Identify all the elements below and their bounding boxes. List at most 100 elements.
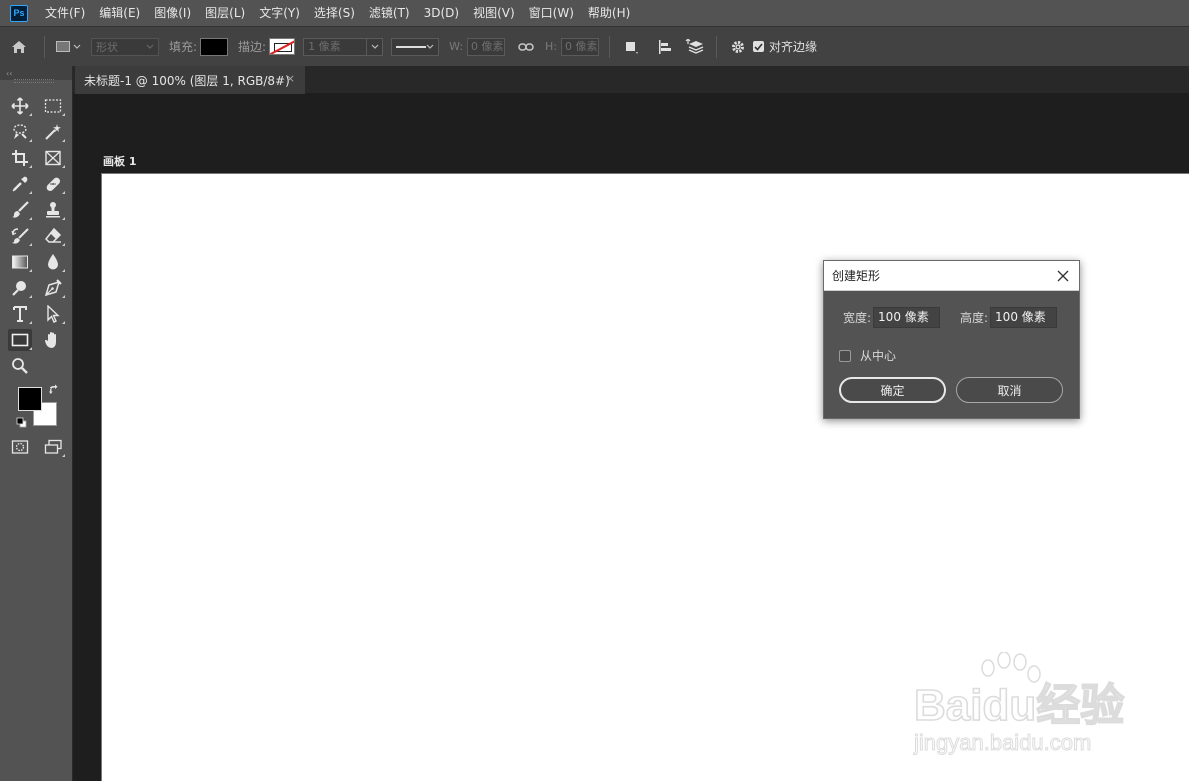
collapse-panel-icon[interactable]: ‹‹: [6, 69, 12, 78]
width-field[interactable]: 0 像素: [467, 37, 506, 56]
document-tab[interactable]: 未标题-1 @ 100% (图层 1, RGB/8#) ×: [75, 66, 305, 94]
pen-tool[interactable]: [41, 277, 65, 299]
menu-edit[interactable]: 编辑(E): [92, 0, 147, 26]
pen-icon: [44, 279, 62, 297]
lasso-tool[interactable]: [8, 121, 32, 143]
dodge-tool[interactable]: [8, 277, 32, 299]
chevron-down-icon: [73, 44, 80, 49]
menu-file[interactable]: 文件(F): [38, 0, 92, 26]
rectangle-shape-icon: [11, 333, 29, 347]
marquee-tool[interactable]: [41, 95, 65, 117]
menu-view[interactable]: 视图(V): [466, 0, 522, 26]
tools-panel: ‹‹: [0, 66, 73, 781]
rectangular-marquee-icon: [44, 99, 62, 113]
path-alignment-button[interactable]: [654, 36, 676, 58]
divider: [44, 35, 45, 58]
stroke-label: 描边:: [238, 40, 267, 54]
menu-help[interactable]: 帮助(H): [581, 0, 637, 26]
close-icon[interactable]: [1056, 269, 1070, 283]
dialog-title-bar[interactable]: 创建矩形: [824, 261, 1079, 291]
healing-brush-tool[interactable]: [41, 173, 65, 195]
brush-tool[interactable]: [8, 199, 32, 221]
clone-stamp-tool[interactable]: [41, 199, 65, 221]
stroke-type-select[interactable]: [391, 37, 440, 56]
quick-mask-button[interactable]: [8, 436, 32, 458]
cancel-button[interactable]: 取消: [956, 377, 1063, 403]
fill-swatch[interactable]: [200, 37, 229, 56]
eyedropper-tool[interactable]: [8, 173, 32, 195]
menu-select[interactable]: 选择(S): [307, 0, 362, 26]
arrange-layers-icon: [685, 38, 704, 54]
move-icon: [11, 97, 29, 115]
menu-3d[interactable]: 3D(D): [417, 0, 466, 26]
align-edges-checkbox[interactable]: [753, 41, 765, 52]
menu-window[interactable]: 窗口(W): [522, 0, 581, 26]
tool-preset-picker[interactable]: [51, 37, 85, 57]
from-center-label[interactable]: 从中心: [860, 347, 896, 364]
home-button[interactable]: [0, 27, 38, 67]
height-row: 高度: 100 像素: [960, 307, 1058, 328]
align-edges-label: 对齐边缘: [769, 40, 818, 54]
chevron-down-icon: [371, 44, 379, 49]
settings-button[interactable]: [727, 36, 749, 58]
dialog-title: 创建矩形: [832, 269, 881, 283]
hand-tool[interactable]: [41, 329, 65, 351]
tool-mode-select[interactable]: 形状: [91, 37, 159, 56]
crop-icon: [12, 150, 28, 166]
stroke-width-dropdown[interactable]: [367, 37, 384, 56]
path-arrangement-button[interactable]: [684, 36, 706, 58]
gradient-icon: [12, 255, 28, 269]
default-colors-button[interactable]: [14, 415, 28, 429]
height-input[interactable]: 100 像素: [990, 307, 1058, 328]
water-drop-icon: [48, 254, 58, 270]
create-rectangle-dialog: 创建矩形 宽度: 100 像素 高度: 100 像素 从中心 确定 取消: [823, 260, 1080, 419]
foreground-color-swatch[interactable]: [18, 387, 42, 411]
gradient-tool[interactable]: [8, 251, 32, 273]
stroke-swatch[interactable]: [269, 38, 296, 55]
menu-image[interactable]: 图像(I): [147, 0, 198, 26]
link-dimensions-button[interactable]: [515, 36, 537, 58]
width-label: 宽度:: [843, 311, 872, 325]
blur-tool[interactable]: [41, 251, 65, 273]
menu-filter[interactable]: 滤镜(T): [362, 0, 417, 26]
eraser-icon: [44, 227, 62, 243]
screen-mode-icon: [44, 439, 62, 454]
height-label: 高度:: [960, 311, 989, 325]
width-label: W:: [449, 40, 464, 53]
options-bar: 形状 填充: 描边: 1 像素 W: 0 像素 H: 0 像素 对齐边缘: [0, 26, 1189, 66]
path-selection-tool[interactable]: [41, 303, 65, 325]
chevron-down-icon: [146, 44, 154, 49]
stroke-width-field[interactable]: 1 像素: [303, 37, 368, 56]
brush-icon: [12, 201, 29, 218]
eraser-tool[interactable]: [41, 225, 65, 247]
artboard-label[interactable]: 画板 1: [103, 153, 136, 169]
frame-tool[interactable]: [41, 147, 65, 169]
menu-type[interactable]: 文字(Y): [252, 0, 307, 26]
width-input[interactable]: 100 像素: [873, 307, 941, 328]
bandage-icon: [46, 177, 61, 192]
frame-icon: [45, 150, 61, 166]
document-tab-bar: 未标题-1 @ 100% (图层 1, RGB/8#) ×: [73, 66, 1189, 94]
panel-grip[interactable]: [14, 79, 54, 83]
quick-selection-icon: [13, 124, 27, 139]
stamp-icon: [46, 202, 60, 218]
fill-label: 填充:: [169, 40, 198, 54]
quick-mask-icon: [11, 440, 29, 454]
path-operations-button[interactable]: [620, 36, 642, 58]
from-center-checkbox[interactable]: [839, 349, 851, 362]
screen-mode-button[interactable]: [41, 436, 65, 458]
move-tool[interactable]: [8, 95, 32, 117]
history-brush-tool[interactable]: [8, 225, 32, 247]
ok-button[interactable]: 确定: [839, 377, 946, 403]
chevron-down-icon: [426, 44, 434, 49]
rectangle-tool[interactable]: [8, 329, 32, 351]
swap-arrows-icon: [48, 384, 57, 394]
swap-colors-button[interactable]: [45, 382, 61, 396]
crop-tool[interactable]: [8, 147, 32, 169]
height-field[interactable]: 0 像素: [561, 37, 600, 56]
zoom-tool[interactable]: [8, 355, 32, 377]
type-tool[interactable]: [8, 303, 32, 325]
close-tab-icon[interactable]: ×: [286, 72, 295, 85]
magic-wand-tool[interactable]: [41, 121, 65, 143]
menu-layer[interactable]: 图层(L): [198, 0, 252, 26]
